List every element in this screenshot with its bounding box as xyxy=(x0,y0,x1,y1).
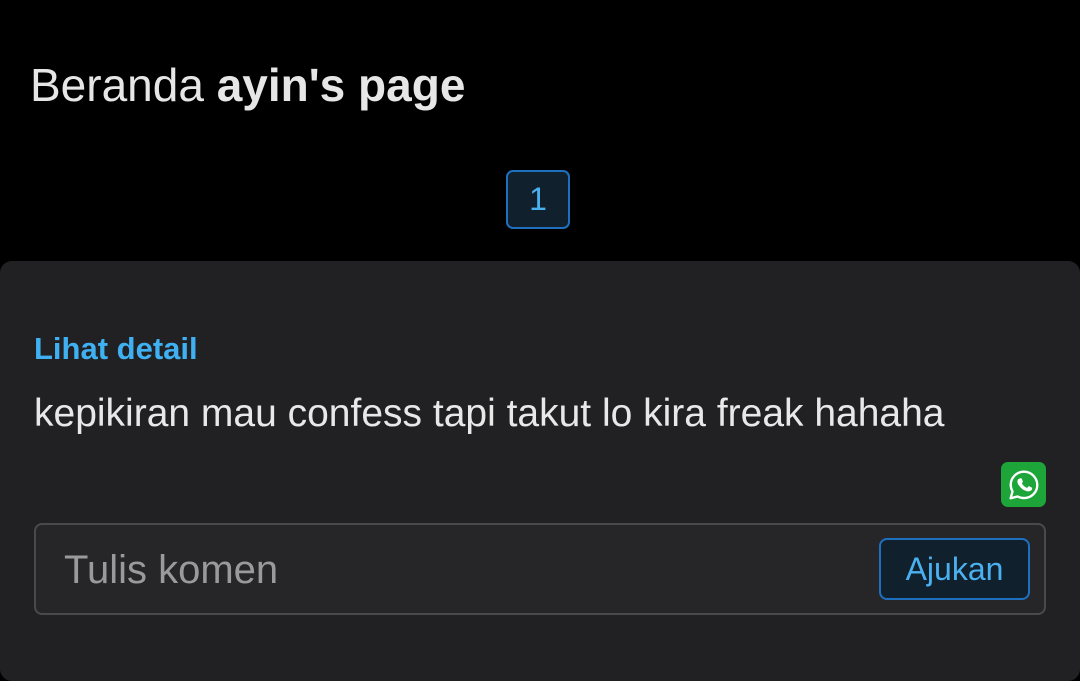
page-button-1[interactable]: 1 xyxy=(506,170,570,229)
view-detail-link[interactable]: Lihat detail xyxy=(34,331,198,367)
submit-comment-button[interactable]: Ajukan xyxy=(879,538,1030,600)
home-link[interactable]: Beranda xyxy=(30,59,204,111)
comment-form: Ajukan xyxy=(34,523,1046,615)
whatsapp-icon xyxy=(1008,470,1038,499)
page-title: Beranda ayin's page xyxy=(30,58,465,112)
comment-input[interactable] xyxy=(64,543,864,597)
whatsapp-share-button[interactable] xyxy=(1001,462,1046,507)
page-name: ayin's page xyxy=(216,59,466,111)
post-card: Lihat detail kepikiran mau confess tapi … xyxy=(0,261,1080,681)
post-message: kepikiran mau confess tapi takut lo kira… xyxy=(34,392,945,435)
